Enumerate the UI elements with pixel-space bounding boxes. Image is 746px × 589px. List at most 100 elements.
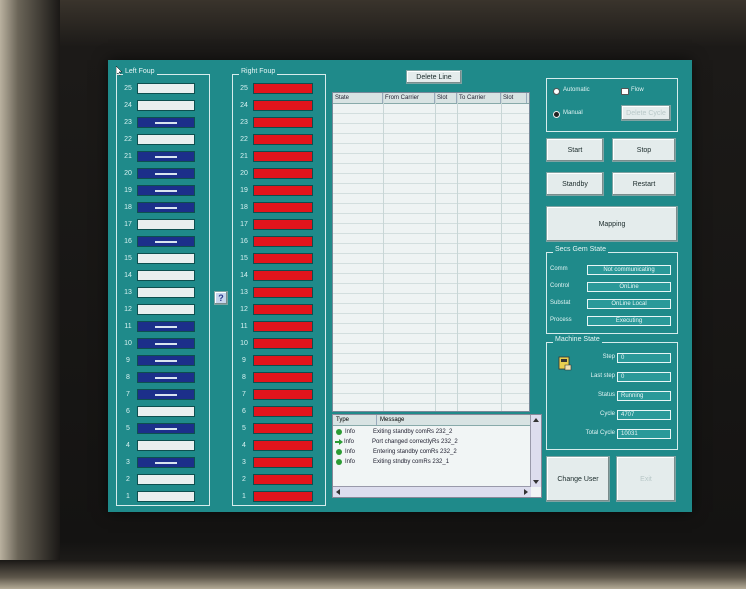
- left-slot-row[interactable]: 12: [119, 302, 195, 316]
- flow-checkbox[interactable]: [621, 88, 629, 95]
- left-slot-wafer[interactable]: [137, 303, 195, 315]
- right-slot-row[interactable]: 15: [235, 251, 313, 265]
- right-slot-row[interactable]: 3: [235, 455, 313, 469]
- left-slot-row[interactable]: 16: [119, 234, 195, 248]
- log-row[interactable]: Info Port changed correctlyRs 232_2: [333, 437, 458, 447]
- right-slot-wafer[interactable]: [253, 320, 313, 332]
- right-slot-row[interactable]: 19: [235, 183, 313, 197]
- right-slot-row[interactable]: 13: [235, 285, 313, 299]
- left-slot-row[interactable]: 19: [119, 183, 195, 197]
- log-row[interactable]: Info Exiting stndby comRs 232_1: [333, 457, 449, 467]
- left-slot-wafer[interactable]: [137, 82, 195, 94]
- right-slot-row[interactable]: 7: [235, 387, 313, 401]
- scroll-down-icon[interactable]: [533, 480, 539, 484]
- scroll-right-icon[interactable]: [524, 489, 528, 495]
- left-slot-wafer[interactable]: [137, 150, 195, 162]
- left-slot-row[interactable]: 23: [119, 115, 195, 129]
- left-slot-row[interactable]: 8: [119, 370, 195, 384]
- log-row[interactable]: Info Entering standby comRs 232_2: [333, 447, 457, 457]
- right-slot-wafer[interactable]: [253, 422, 313, 434]
- left-slot-wafer[interactable]: [137, 184, 195, 196]
- right-slot-row[interactable]: 9: [235, 353, 313, 367]
- transfer-table[interactable]: State From Carrier Slot To Carrier Slot: [332, 92, 530, 412]
- right-slot-row[interactable]: 4: [235, 438, 313, 452]
- left-slot-row[interactable]: 6: [119, 404, 195, 418]
- start-button[interactable]: Start: [546, 138, 604, 162]
- automatic-radio[interactable]: [553, 88, 560, 95]
- scroll-up-icon[interactable]: [533, 418, 539, 422]
- left-slot-wafer[interactable]: [137, 116, 195, 128]
- restart-button[interactable]: Restart: [612, 172, 676, 196]
- left-slot-row[interactable]: 3: [119, 455, 195, 469]
- right-slot-wafer[interactable]: [253, 133, 313, 145]
- left-slot-wafer[interactable]: [137, 99, 195, 111]
- left-slot-wafer[interactable]: [137, 354, 195, 366]
- right-slot-wafer[interactable]: [253, 116, 313, 128]
- left-slot-wafer[interactable]: [137, 371, 195, 383]
- left-slot-row[interactable]: 25: [119, 81, 195, 95]
- mapping-button[interactable]: Mapping: [546, 206, 678, 242]
- left-slot-wafer[interactable]: [137, 235, 195, 247]
- right-slot-wafer[interactable]: [253, 388, 313, 400]
- right-slot-wafer[interactable]: [253, 473, 313, 485]
- right-slot-row[interactable]: 16: [235, 234, 313, 248]
- left-slot-row[interactable]: 10: [119, 336, 195, 350]
- standby-button[interactable]: Standby: [546, 172, 604, 196]
- right-slot-wafer[interactable]: [253, 405, 313, 417]
- right-slot-wafer[interactable]: [253, 150, 313, 162]
- right-slot-row[interactable]: 21: [235, 149, 313, 163]
- left-slot-row[interactable]: 13: [119, 285, 195, 299]
- left-slot-wafer[interactable]: [137, 422, 195, 434]
- left-slot-wafer[interactable]: [137, 388, 195, 400]
- left-slot-wafer[interactable]: [137, 439, 195, 451]
- scroll-left-icon[interactable]: [336, 489, 340, 495]
- left-slot-row[interactable]: 9: [119, 353, 195, 367]
- left-slot-wafer[interactable]: [137, 201, 195, 213]
- left-slot-row[interactable]: 5: [119, 421, 195, 435]
- right-slot-wafer[interactable]: [253, 337, 313, 349]
- left-slot-wafer[interactable]: [137, 218, 195, 230]
- right-slot-wafer[interactable]: [253, 269, 313, 281]
- right-slot-row[interactable]: 25: [235, 81, 313, 95]
- right-slot-row[interactable]: 24: [235, 98, 313, 112]
- right-slot-wafer[interactable]: [253, 286, 313, 298]
- manual-radio[interactable]: [553, 111, 560, 118]
- stop-button[interactable]: Stop: [612, 138, 676, 162]
- left-slot-row[interactable]: 14: [119, 268, 195, 282]
- right-slot-wafer[interactable]: [253, 354, 313, 366]
- left-slot-wafer[interactable]: [137, 473, 195, 485]
- right-slot-wafer[interactable]: [253, 184, 313, 196]
- right-slot-row[interactable]: 17: [235, 217, 313, 231]
- right-slot-row[interactable]: 10: [235, 336, 313, 350]
- left-slot-wafer[interactable]: [137, 337, 195, 349]
- right-slot-wafer[interactable]: [253, 490, 313, 502]
- right-slot-row[interactable]: 11: [235, 319, 313, 333]
- left-slot-wafer[interactable]: [137, 133, 195, 145]
- left-slot-row[interactable]: 18: [119, 200, 195, 214]
- right-slot-wafer[interactable]: [253, 167, 313, 179]
- left-slot-wafer[interactable]: [137, 490, 195, 502]
- left-slot-wafer[interactable]: [137, 320, 195, 332]
- right-slot-row[interactable]: 8: [235, 370, 313, 384]
- left-slot-row[interactable]: 17: [119, 217, 195, 231]
- left-slot-wafer[interactable]: [137, 405, 195, 417]
- right-slot-row[interactable]: 12: [235, 302, 313, 316]
- right-slot-wafer[interactable]: [253, 82, 313, 94]
- left-slot-wafer[interactable]: [137, 269, 195, 281]
- right-slot-wafer[interactable]: [253, 201, 313, 213]
- delete-line-button[interactable]: Delete Line: [406, 70, 462, 84]
- right-slot-row[interactable]: 20: [235, 166, 313, 180]
- exit-button[interactable]: Exit: [616, 456, 676, 502]
- left-slot-row[interactable]: 7: [119, 387, 195, 401]
- right-slot-row[interactable]: 14: [235, 268, 313, 282]
- left-slot-wafer[interactable]: [137, 456, 195, 468]
- right-slot-row[interactable]: 22: [235, 132, 313, 146]
- left-slot-wafer[interactable]: [137, 286, 195, 298]
- right-slot-wafer[interactable]: [253, 235, 313, 247]
- left-slot-wafer[interactable]: [137, 167, 195, 179]
- left-slot-row[interactable]: 22: [119, 132, 195, 146]
- delete-cycle-button[interactable]: Delete Cycle: [621, 105, 671, 121]
- log-vertical-scrollbar[interactable]: [530, 415, 541, 487]
- left-slot-wafer[interactable]: [137, 252, 195, 264]
- log-row[interactable]: Info Exiting standby comRs 232_2: [333, 427, 452, 437]
